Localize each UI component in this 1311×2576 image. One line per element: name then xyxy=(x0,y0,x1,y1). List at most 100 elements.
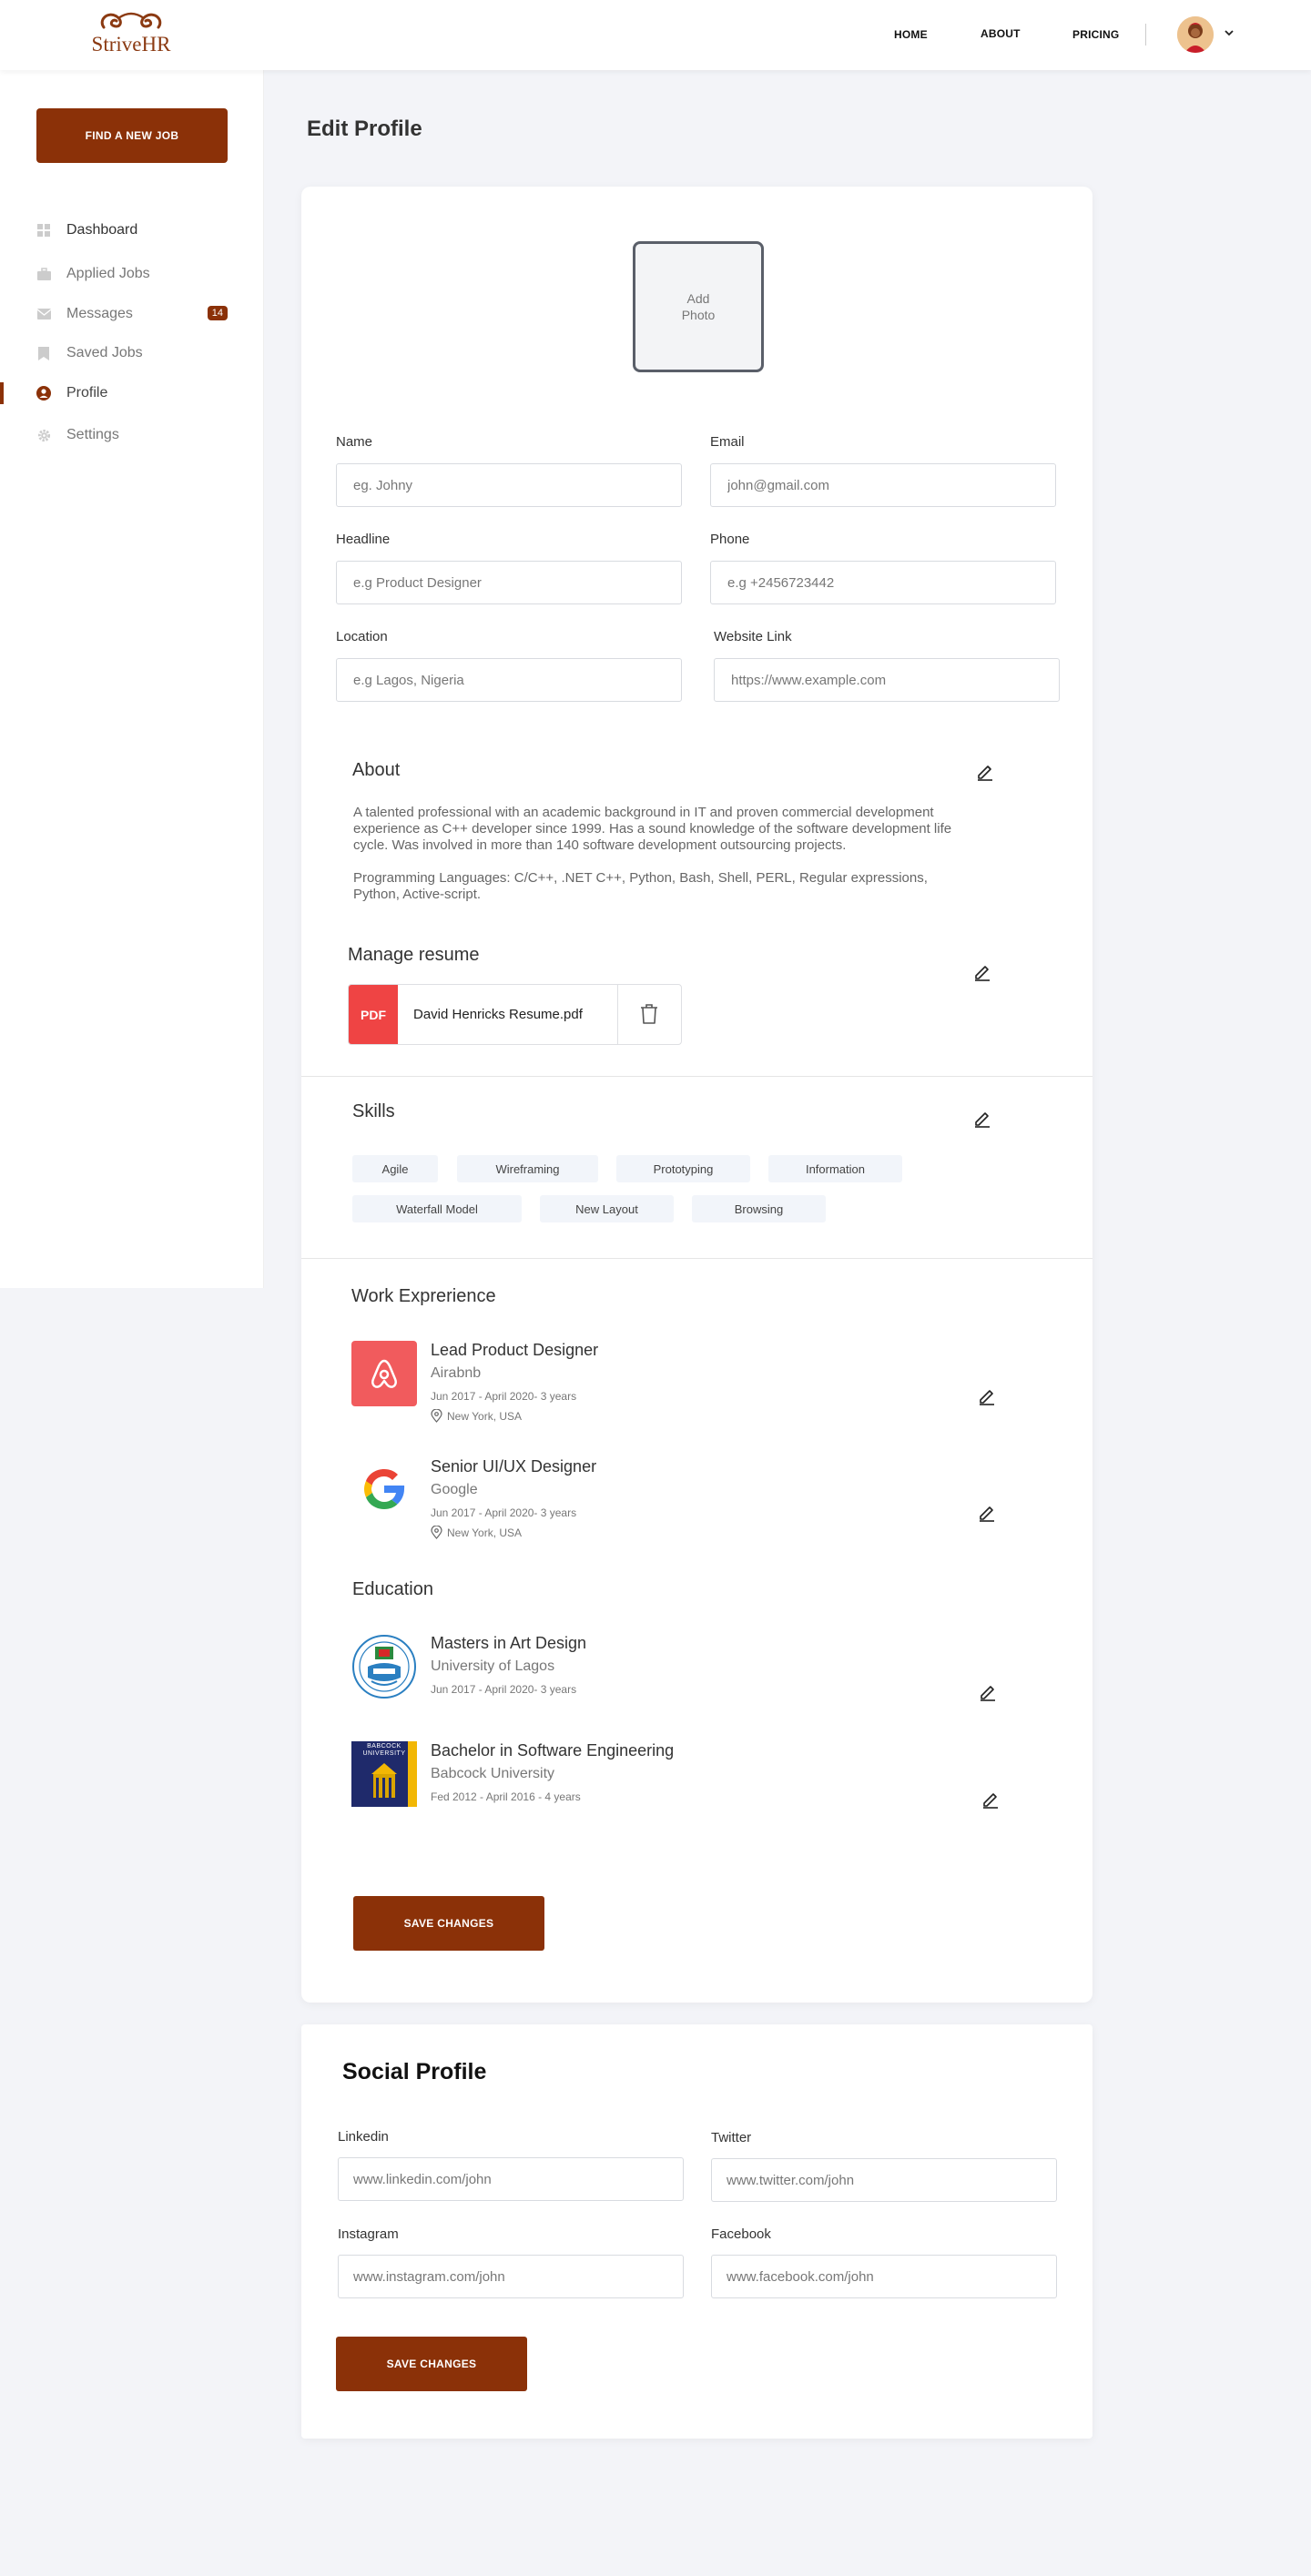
about-languages: Programming Languages: C/C++, .NET C++, … xyxy=(353,870,928,902)
user-avatar[interactable] xyxy=(1177,16,1214,53)
website-input[interactable] xyxy=(714,658,1060,702)
social-profile-title: Social Profile xyxy=(342,2059,487,2084)
user-icon xyxy=(36,386,51,401)
school-name: Babcock University xyxy=(431,1766,555,1781)
skill-chip: Wireframing xyxy=(457,1155,598,1182)
skill-chip: Prototyping xyxy=(616,1155,750,1182)
resume-divider xyxy=(617,985,618,1044)
skills-title: Skills xyxy=(352,1101,395,1121)
job-location-text: New York, USA xyxy=(447,1526,523,1539)
airbnb-icon xyxy=(371,1359,397,1388)
company-name: Google xyxy=(431,1482,478,1497)
find-new-job-button[interactable]: FIND A NEW JOB xyxy=(36,108,228,163)
location-pin-icon xyxy=(431,1409,442,1423)
skill-chip: Browsing xyxy=(692,1195,826,1222)
edit-experience-icon[interactable] xyxy=(977,1385,997,1405)
sidebar-item-dashboard[interactable]: Dashboard xyxy=(36,219,228,241)
twitter-label: Twitter xyxy=(711,2130,752,2145)
add-photo-label: Add Photo xyxy=(681,291,716,322)
sidebar-item-messages[interactable]: Messages 14 xyxy=(36,303,228,325)
sidebar-item-saved-jobs[interactable]: Saved Jobs xyxy=(36,342,228,364)
strivehr-logo[interactable]: StriveHR xyxy=(87,7,175,62)
unilag-logo xyxy=(351,1634,417,1699)
edit-about-icon[interactable] xyxy=(975,761,995,781)
twitter-input[interactable] xyxy=(711,2158,1057,2202)
nav-divider xyxy=(1145,24,1146,46)
edit-profile-card: Add Photo Name Email Headline Phone Loca… xyxy=(301,187,1092,2003)
headline-input[interactable] xyxy=(336,561,682,604)
sidebar-item-label: Settings xyxy=(66,427,119,442)
babcock-logo: BABCOCK UNIVERSITY xyxy=(351,1741,417,1807)
sidebar-item-label: Profile xyxy=(66,385,108,401)
page-title: Edit Profile xyxy=(307,117,422,141)
sidebar-item-profile[interactable]: Profile xyxy=(36,382,228,404)
resume-file-card[interactable]: PDF David Henricks Resume.pdf xyxy=(348,984,682,1045)
grid-icon xyxy=(36,223,51,238)
job-location: New York, USA xyxy=(431,1409,522,1423)
section-divider xyxy=(301,1076,1092,1077)
briefcase-icon xyxy=(36,267,51,281)
babcock-building-icon xyxy=(371,1741,417,1807)
sidebar-item-settings[interactable]: Settings xyxy=(36,424,228,446)
phone-input[interactable] xyxy=(710,561,1056,604)
job-title: Senior UI/UX Designer xyxy=(431,1457,597,1476)
facebook-label: Facebook xyxy=(711,2226,771,2242)
mail-icon xyxy=(36,307,51,321)
add-photo-button[interactable]: Add Photo xyxy=(633,241,764,372)
linkedin-input[interactable] xyxy=(338,2157,684,2201)
name-input[interactable] xyxy=(336,463,682,507)
manage-resume-title: Manage resume xyxy=(348,945,480,965)
skill-chip: Information xyxy=(768,1155,902,1182)
skill-chip: Waterfall Model xyxy=(352,1195,522,1222)
gear-icon xyxy=(36,428,51,442)
job-location-text: New York, USA xyxy=(447,1409,523,1423)
location-pin-icon xyxy=(431,1526,442,1539)
sidebar-item-label: Messages xyxy=(66,306,133,321)
save-social-button[interactable]: SAVE CHANGES xyxy=(336,2337,527,2391)
google-icon xyxy=(364,1469,405,1509)
bookmark-icon xyxy=(36,346,51,360)
social-profile-card: Social Profile Linkedin Twitter Instagra… xyxy=(301,2024,1092,2439)
school-name: University of Lagos xyxy=(431,1658,555,1674)
trash-icon[interactable] xyxy=(639,1003,659,1025)
save-changes-button[interactable]: SAVE CHANGES xyxy=(353,1896,544,1951)
job-dates: Jun 2017 - April 2020- 3 years xyxy=(431,1390,577,1403)
edit-resume-icon[interactable] xyxy=(972,961,992,981)
sidebar-item-applied-jobs[interactable]: Applied Jobs xyxy=(36,263,228,285)
website-label: Website Link xyxy=(714,629,792,644)
active-indicator xyxy=(0,382,4,404)
about-text: A talented professional with an academic… xyxy=(353,805,972,903)
instagram-label: Instagram xyxy=(338,2226,399,2242)
degree-title: Bachelor in Software Engineering xyxy=(431,1741,675,1760)
nav-pricing[interactable]: PRICING xyxy=(1072,28,1119,41)
job-location: New York, USA xyxy=(431,1526,522,1539)
chevron-down-icon[interactable] xyxy=(1224,27,1235,38)
edit-experience-icon[interactable] xyxy=(977,1502,997,1522)
edit-skills-icon[interactable] xyxy=(972,1108,992,1128)
location-input[interactable] xyxy=(336,658,682,702)
skill-chip: Agile xyxy=(352,1155,438,1182)
name-label: Name xyxy=(336,434,373,450)
degree-title: Masters in Art Design xyxy=(431,1634,587,1652)
nav-home[interactable]: HOME xyxy=(894,28,928,41)
email-input[interactable] xyxy=(710,463,1056,507)
company-name: Airabnb xyxy=(431,1365,482,1381)
edit-education-icon[interactable] xyxy=(978,1681,998,1701)
edit-education-icon[interactable] xyxy=(981,1789,1001,1809)
work-experience-title: Work Exprerience xyxy=(351,1286,496,1306)
top-navbar: StriveHR HOME ABOUT PRICING xyxy=(0,0,1311,70)
airbnb-logo xyxy=(351,1341,417,1406)
nav-about[interactable]: ABOUT xyxy=(981,27,1021,40)
instagram-input[interactable] xyxy=(338,2255,684,2298)
job-title: Lead Product Designer xyxy=(431,1341,599,1359)
section-divider xyxy=(301,1258,1092,1259)
facebook-input[interactable] xyxy=(711,2255,1057,2298)
messages-count-badge: 14 xyxy=(207,306,228,320)
avatar-illustration-icon xyxy=(1177,16,1214,53)
about-title: About xyxy=(352,760,401,780)
pdf-badge: PDF xyxy=(349,985,398,1044)
skill-chip: New Layout xyxy=(540,1195,674,1222)
location-label: Location xyxy=(336,629,388,644)
education-dates: Jun 2017 - April 2020- 3 years xyxy=(431,1683,577,1696)
about-paragraph: A talented professional with an academic… xyxy=(353,805,952,853)
